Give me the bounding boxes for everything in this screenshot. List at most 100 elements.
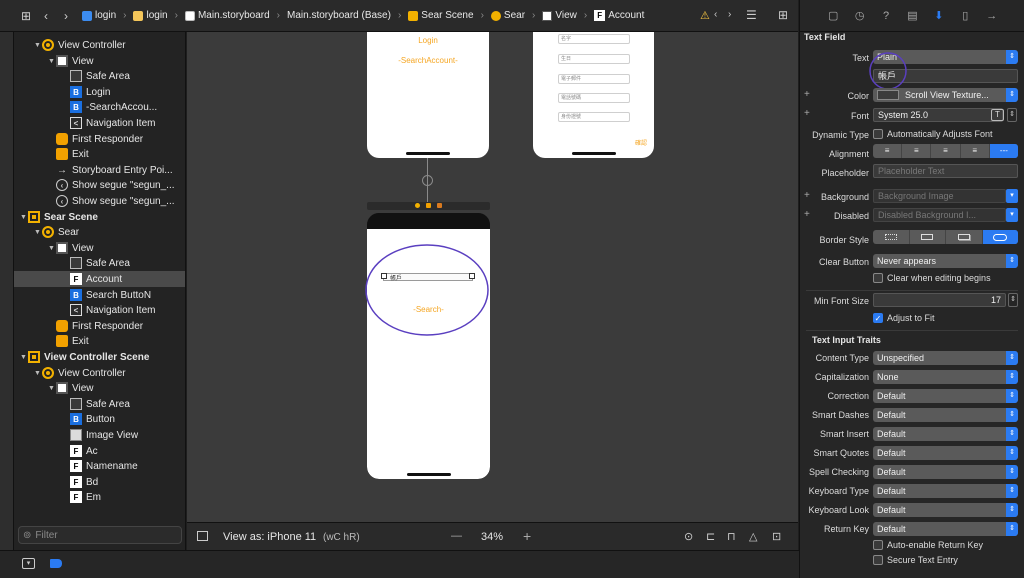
outline-row-26[interactable]: F Ac [14, 443, 185, 459]
border-bezel-icon[interactable] [946, 230, 983, 244]
clear-button-popup[interactable]: Never appears ⇕ [873, 254, 1018, 268]
trait-popup-8[interactable]: Default ⇕ [873, 503, 1018, 517]
editor-options-icon[interactable]: ☰ [746, 8, 757, 22]
dock-responder-icon[interactable] [426, 203, 431, 208]
scene-dock[interactable] [367, 202, 490, 210]
file-inspector-icon[interactable]: ▢ [826, 9, 840, 23]
outline-row-2[interactable]: Safe Area [14, 68, 185, 84]
outline-row-0[interactable]: ▼ View Controller [14, 37, 185, 53]
outline-row-24[interactable]: B Button [14, 411, 185, 427]
outline-row-14[interactable]: Safe Area [14, 255, 185, 271]
register-scene-phone[interactable]: 名字 生日 電子郵件 電話號碼 身份證號 確認 [533, 32, 654, 158]
zoom-out-button[interactable]: — [451, 530, 462, 542]
sear-view[interactable]: 帳戶 -Search- [367, 229, 490, 479]
resolve-issues-icon[interactable]: △ [749, 530, 757, 543]
resize-handle-left[interactable] [381, 273, 387, 279]
trait-popup-5[interactable]: Default ⇕ [873, 446, 1018, 460]
font-stepper[interactable]: ⇕ [1007, 108, 1017, 122]
outline-row-11[interactable]: ▼ Sear Scene [14, 209, 185, 225]
color-popup[interactable]: Scroll View Texture... ⇕ [873, 88, 1018, 102]
disclosure-triangle-icon[interactable]: ▼ [34, 42, 42, 49]
outline-row-27[interactable]: F Namename [14, 458, 185, 474]
outline-row-3[interactable]: B Login [14, 84, 185, 100]
font-field[interactable]: System 25.0 [873, 108, 1003, 122]
embed-in-icon[interactable]: ⊡ [772, 530, 781, 543]
outline-row-18[interactable]: First Responder [14, 318, 185, 334]
outline-row-19[interactable]: Exit [14, 333, 185, 349]
align-icon[interactable]: ⊏ [706, 530, 715, 543]
size-inspector-icon[interactable]: ▯ [958, 9, 972, 23]
breakpoints-icon[interactable] [50, 559, 62, 568]
background-field[interactable]: Background Image [873, 189, 1006, 203]
outline-row-7[interactable]: Exit [14, 146, 185, 162]
resize-handle-right[interactable] [469, 273, 475, 279]
trait-popup-2[interactable]: Default ⇕ [873, 389, 1018, 403]
disclosure-triangle-icon[interactable]: ▼ [48, 58, 56, 65]
align-center-icon[interactable]: ≡ [902, 144, 932, 158]
font-picker-icon[interactable]: T [991, 109, 1004, 121]
breadcrumb-item-scene[interactable]: Sear Scene [421, 10, 473, 21]
disclosure-triangle-icon[interactable]: ▼ [48, 385, 56, 392]
outline-row-5[interactable]: < Navigation Item [14, 115, 185, 131]
trait-popup-7[interactable]: Default ⇕ [873, 484, 1018, 498]
trait-popup-0[interactable]: Unspecified ⇕ [873, 351, 1018, 365]
dynamic-type-checkbox[interactable]: Automatically Adjusts Font [873, 129, 993, 139]
history-inspector-icon[interactable]: ◷ [853, 9, 867, 23]
text-type-popup[interactable]: Plain ⇕ [873, 50, 1018, 64]
forward-arrow-icon[interactable]: › [56, 6, 76, 26]
trait-popup-1[interactable]: None ⇕ [873, 370, 1018, 384]
border-line-icon[interactable] [910, 230, 946, 244]
align-justified-icon[interactable]: ≡ [961, 144, 990, 158]
text-value-field[interactable]: 帳戶 [873, 69, 1018, 83]
clear-editing-checkbox[interactable]: Clear when editing begins [873, 273, 991, 283]
outline-row-29[interactable]: F Em [14, 489, 185, 505]
login-scene-phone[interactable]: Login -SearchAccount- [367, 32, 489, 158]
outline-row-25[interactable]: Image View [14, 427, 185, 443]
back-arrow-icon[interactable]: ‹ [36, 6, 56, 26]
auto-return-checkbox[interactable]: Auto-enable Return Key [873, 540, 983, 550]
outline-row-6[interactable]: First Responder [14, 131, 185, 147]
secure-entry-checkbox[interactable]: Secure Text Entry [873, 555, 958, 565]
trait-popup-4[interactable]: Default ⇕ [873, 427, 1018, 441]
border-rounded-icon[interactable] [982, 230, 1018, 244]
outline-row-16[interactable]: B Search ButtoN [14, 287, 185, 303]
outline-row-17[interactable]: < Navigation Item [14, 302, 185, 318]
breadcrumb-item-folder[interactable]: login [146, 10, 167, 21]
min-font-field[interactable]: 17 [873, 293, 1006, 307]
align-left-icon[interactable]: ≡ [873, 144, 903, 158]
quick-help-icon[interactable]: ? [879, 9, 893, 23]
disclosure-triangle-icon[interactable]: ▼ [34, 229, 42, 236]
segue-icon[interactable] [422, 175, 433, 186]
outline-row-28[interactable]: F Bd [14, 474, 185, 490]
update-frames-icon[interactable]: ⊙ [684, 530, 693, 543]
placeholder-field[interactable]: Placeholder Text [873, 164, 1018, 178]
outline-row-13[interactable]: ▼ View [14, 240, 185, 256]
outline-row-20[interactable]: ▼ View Controller Scene [14, 349, 185, 365]
disclosure-triangle-icon[interactable]: ▼ [20, 214, 28, 221]
disabled-field[interactable]: Disabled Background I... [873, 208, 1006, 222]
outline-row-10[interactable]: ‹ Show segue "segun_... [14, 193, 185, 209]
breadcrumb-item-controller[interactable]: Sear [504, 10, 525, 21]
disabled-popup-chevron[interactable]: ▾ [1006, 208, 1018, 222]
search-button-label[interactable]: -Search- [367, 305, 490, 314]
trait-popup-9[interactable]: Default ⇕ [873, 522, 1018, 536]
hide-debug-icon[interactable]: ▾ [22, 558, 35, 569]
chevron-left-icon[interactable]: ‹ [714, 9, 717, 20]
breadcrumb-item-view[interactable]: View [555, 10, 577, 21]
outline-row-21[interactable]: ▼ View Controller [14, 365, 185, 381]
breadcrumb-item-account[interactable]: Account [608, 10, 644, 21]
align-natural-icon[interactable]: --- [989, 144, 1019, 158]
disclosure-triangle-icon[interactable]: ▼ [48, 245, 56, 252]
dock-controller-icon[interactable] [415, 203, 420, 208]
connections-inspector-icon[interactable]: → [985, 9, 999, 23]
filter-field[interactable]: ⊚ Filter [18, 526, 182, 544]
grid-icon[interactable]: ⊞ [16, 6, 36, 26]
trait-popup-3[interactable]: Default ⇕ [873, 408, 1018, 422]
min-font-stepper[interactable]: ⇕ [1008, 293, 1018, 307]
attributes-inspector-icon[interactable]: ⬇ [932, 9, 946, 23]
dock-exit-icon[interactable] [437, 203, 442, 208]
background-popup-chevron[interactable]: ▾ [1006, 189, 1018, 203]
disclosure-triangle-icon[interactable]: ▼ [20, 354, 28, 361]
breadcrumb-item-base[interactable]: Main.storyboard (Base) [287, 10, 391, 21]
align-right-icon[interactable]: ≡ [931, 144, 961, 158]
